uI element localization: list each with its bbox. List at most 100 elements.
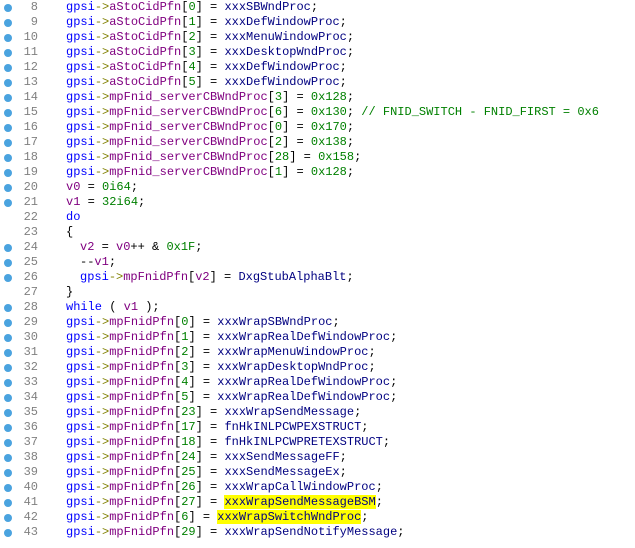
breakpoint-gutter[interactable] — [0, 34, 16, 42]
code-line[interactable]: 9gpsi->aStoCidPfn[1] = xxxDefWindowProc; — [0, 15, 635, 30]
code-content[interactable]: gpsi->mpFnidPfn[25] = xxxSendMessageEx; — [44, 465, 347, 480]
breakpoint-gutter[interactable] — [0, 439, 16, 447]
code-line[interactable]: 32gpsi->mpFnidPfn[3] = xxxWrapDesktopWnd… — [0, 360, 635, 375]
code-content[interactable]: gpsi->mpFnid_serverCBWndProc[0] = 0x170; — [44, 120, 354, 135]
code-content[interactable]: } — [44, 285, 73, 300]
code-content[interactable]: gpsi->aStoCidPfn[2] = xxxMenuWindowProc; — [44, 30, 354, 45]
breakpoint-gutter[interactable] — [0, 244, 16, 252]
code-line[interactable]: 11gpsi->aStoCidPfn[3] = xxxDesktopWndPro… — [0, 45, 635, 60]
code-line[interactable]: 22do — [0, 210, 635, 225]
code-content[interactable]: v0 = 0i64; — [44, 180, 138, 195]
code-content[interactable]: v2 = v0++ & 0x1F; — [44, 240, 202, 255]
code-line[interactable]: 29gpsi->mpFnidPfn[0] = xxxWrapSBWndProc; — [0, 315, 635, 330]
code-content[interactable]: gpsi->mpFnidPfn[24] = xxxSendMessageFF; — [44, 450, 347, 465]
breakpoint-gutter[interactable] — [0, 19, 16, 27]
code-content[interactable]: gpsi->mpFnidPfn[27] = xxxWrapSendMessage… — [44, 495, 383, 510]
code-line[interactable]: 42gpsi->mpFnidPfn[6] = xxxWrapSwitchWndP… — [0, 510, 635, 525]
code-editor[interactable]: 8gpsi->aStoCidPfn[0] = xxxSBWndProc;9gps… — [0, 0, 635, 540]
code-content[interactable]: gpsi->aStoCidPfn[1] = xxxDefWindowProc; — [44, 15, 347, 30]
code-line[interactable]: 14gpsi->mpFnid_serverCBWndProc[3] = 0x12… — [0, 90, 635, 105]
breakpoint-gutter[interactable] — [0, 349, 16, 357]
code-line[interactable]: 10gpsi->aStoCidPfn[2] = xxxMenuWindowPro… — [0, 30, 635, 45]
code-line[interactable]: 41gpsi->mpFnidPfn[27] = xxxWrapSendMessa… — [0, 495, 635, 510]
code-line[interactable]: 28while ( v1 ); — [0, 300, 635, 315]
code-line[interactable]: 35gpsi->mpFnidPfn[23] = xxxWrapSendMessa… — [0, 405, 635, 420]
code-content[interactable]: gpsi->mpFnidPfn[6] = xxxWrapSwitchWndPro… — [44, 510, 368, 525]
code-line[interactable]: 20v0 = 0i64; — [0, 180, 635, 195]
code-content[interactable]: gpsi->mpFnidPfn[23] = xxxWrapSendMessage… — [44, 405, 361, 420]
code-line[interactable]: 36gpsi->mpFnidPfn[17] = fnHkINLPCWPEXSTR… — [0, 420, 635, 435]
code-content[interactable]: gpsi->mpFnidPfn[4] = xxxWrapRealDefWindo… — [44, 375, 397, 390]
code-content[interactable]: gpsi->mpFnidPfn[5] = xxxWrapRealDefWindo… — [44, 390, 397, 405]
code-content[interactable]: gpsi->mpFnid_serverCBWndProc[28] = 0x158… — [44, 150, 361, 165]
code-line[interactable]: 24v2 = v0++ & 0x1F; — [0, 240, 635, 255]
code-content[interactable]: --v1; — [44, 255, 116, 270]
code-content[interactable]: gpsi->mpFnidPfn[29] = xxxWrapSendNotifyM… — [44, 525, 404, 540]
code-line[interactable]: 16gpsi->mpFnid_serverCBWndProc[0] = 0x17… — [0, 120, 635, 135]
code-content[interactable]: gpsi->aStoCidPfn[5] = xxxDefWindowProc; — [44, 75, 347, 90]
code-content[interactable]: gpsi->mpFnidPfn[2] = xxxWrapMenuWindowPr… — [44, 345, 376, 360]
breakpoint-gutter[interactable] — [0, 184, 16, 192]
code-line[interactable]: 15gpsi->mpFnid_serverCBWndProc[6] = 0x13… — [0, 105, 635, 120]
code-line[interactable]: 23{ — [0, 225, 635, 240]
breakpoint-gutter[interactable] — [0, 4, 16, 12]
code-line[interactable]: 37gpsi->mpFnidPfn[18] = fnHkINLPCWPRETEX… — [0, 435, 635, 450]
breakpoint-gutter[interactable] — [0, 259, 16, 267]
code-content[interactable]: gpsi->mpFnidPfn[18] = fnHkINLPCWPRETEXST… — [44, 435, 390, 450]
code-line[interactable]: 40gpsi->mpFnidPfn[26] = xxxWrapCallWindo… — [0, 480, 635, 495]
breakpoint-gutter[interactable] — [0, 379, 16, 387]
code-content[interactable]: gpsi->mpFnid_serverCBWndProc[6] = 0x130;… — [44, 105, 599, 120]
breakpoint-gutter[interactable] — [0, 109, 16, 117]
code-content[interactable]: gpsi->mpFnidPfn[1] = xxxWrapRealDefWindo… — [44, 330, 397, 345]
code-line[interactable]: 30gpsi->mpFnidPfn[1] = xxxWrapRealDefWin… — [0, 330, 635, 345]
breakpoint-gutter[interactable] — [0, 469, 16, 477]
code-content[interactable]: { — [44, 225, 73, 240]
code-line[interactable]: 8gpsi->aStoCidPfn[0] = xxxSBWndProc; — [0, 0, 635, 15]
code-content[interactable]: gpsi->mpFnidPfn[26] = xxxWrapCallWindowP… — [44, 480, 383, 495]
breakpoint-gutter[interactable] — [0, 484, 16, 492]
breakpoint-gutter[interactable] — [0, 124, 16, 132]
breakpoint-gutter[interactable] — [0, 424, 16, 432]
breakpoint-gutter[interactable] — [0, 94, 16, 102]
code-content[interactable]: while ( v1 ); — [44, 300, 160, 315]
breakpoint-gutter[interactable] — [0, 454, 16, 462]
code-content[interactable]: gpsi->mpFnidPfn[3] = xxxWrapDesktopWndPr… — [44, 360, 376, 375]
breakpoint-gutter[interactable] — [0, 334, 16, 342]
code-content[interactable]: gpsi->mpFnidPfn[v2] = DxgStubAlphaBlt; — [44, 270, 354, 285]
breakpoint-gutter[interactable] — [0, 274, 16, 282]
breakpoint-gutter[interactable] — [0, 529, 16, 537]
code-content[interactable]: do — [44, 210, 80, 225]
breakpoint-gutter[interactable] — [0, 79, 16, 87]
code-content[interactable]: gpsi->mpFnid_serverCBWndProc[2] = 0x138; — [44, 135, 354, 150]
code-line[interactable]: 17gpsi->mpFnid_serverCBWndProc[2] = 0x13… — [0, 135, 635, 150]
code-line[interactable]: 13gpsi->aStoCidPfn[5] = xxxDefWindowProc… — [0, 75, 635, 90]
breakpoint-gutter[interactable] — [0, 409, 16, 417]
code-content[interactable]: gpsi->mpFnidPfn[0] = xxxWrapSBWndProc; — [44, 315, 340, 330]
code-line[interactable]: 39gpsi->mpFnidPfn[25] = xxxSendMessageEx… — [0, 465, 635, 480]
breakpoint-gutter[interactable] — [0, 169, 16, 177]
code-line[interactable]: 38gpsi->mpFnidPfn[24] = xxxSendMessageFF… — [0, 450, 635, 465]
code-line[interactable]: 21v1 = 32i64; — [0, 195, 635, 210]
code-line[interactable]: 25--v1; — [0, 255, 635, 270]
code-content[interactable]: gpsi->mpFnid_serverCBWndProc[3] = 0x128; — [44, 90, 354, 105]
breakpoint-gutter[interactable] — [0, 514, 16, 522]
breakpoint-gutter[interactable] — [0, 139, 16, 147]
code-content[interactable]: v1 = 32i64; — [44, 195, 145, 210]
breakpoint-gutter[interactable] — [0, 64, 16, 72]
code-line[interactable]: 26gpsi->mpFnidPfn[v2] = DxgStubAlphaBlt; — [0, 270, 635, 285]
code-content[interactable]: gpsi->aStoCidPfn[3] = xxxDesktopWndProc; — [44, 45, 354, 60]
code-content[interactable]: gpsi->aStoCidPfn[4] = xxxDefWindowProc; — [44, 60, 347, 75]
code-content[interactable]: gpsi->aStoCidPfn[0] = xxxSBWndProc; — [44, 0, 318, 15]
code-content[interactable]: gpsi->mpFnid_serverCBWndProc[1] = 0x128; — [44, 165, 354, 180]
breakpoint-gutter[interactable] — [0, 304, 16, 312]
code-line[interactable]: 33gpsi->mpFnidPfn[4] = xxxWrapRealDefWin… — [0, 375, 635, 390]
breakpoint-gutter[interactable] — [0, 364, 16, 372]
code-line[interactable]: 27} — [0, 285, 635, 300]
code-line[interactable]: 34gpsi->mpFnidPfn[5] = xxxWrapRealDefWin… — [0, 390, 635, 405]
breakpoint-gutter[interactable] — [0, 154, 16, 162]
code-line[interactable]: 43gpsi->mpFnidPfn[29] = xxxWrapSendNotif… — [0, 525, 635, 540]
code-line[interactable]: 31gpsi->mpFnidPfn[2] = xxxWrapMenuWindow… — [0, 345, 635, 360]
breakpoint-gutter[interactable] — [0, 319, 16, 327]
code-line[interactable]: 18gpsi->mpFnid_serverCBWndProc[28] = 0x1… — [0, 150, 635, 165]
code-line[interactable]: 12gpsi->aStoCidPfn[4] = xxxDefWindowProc… — [0, 60, 635, 75]
